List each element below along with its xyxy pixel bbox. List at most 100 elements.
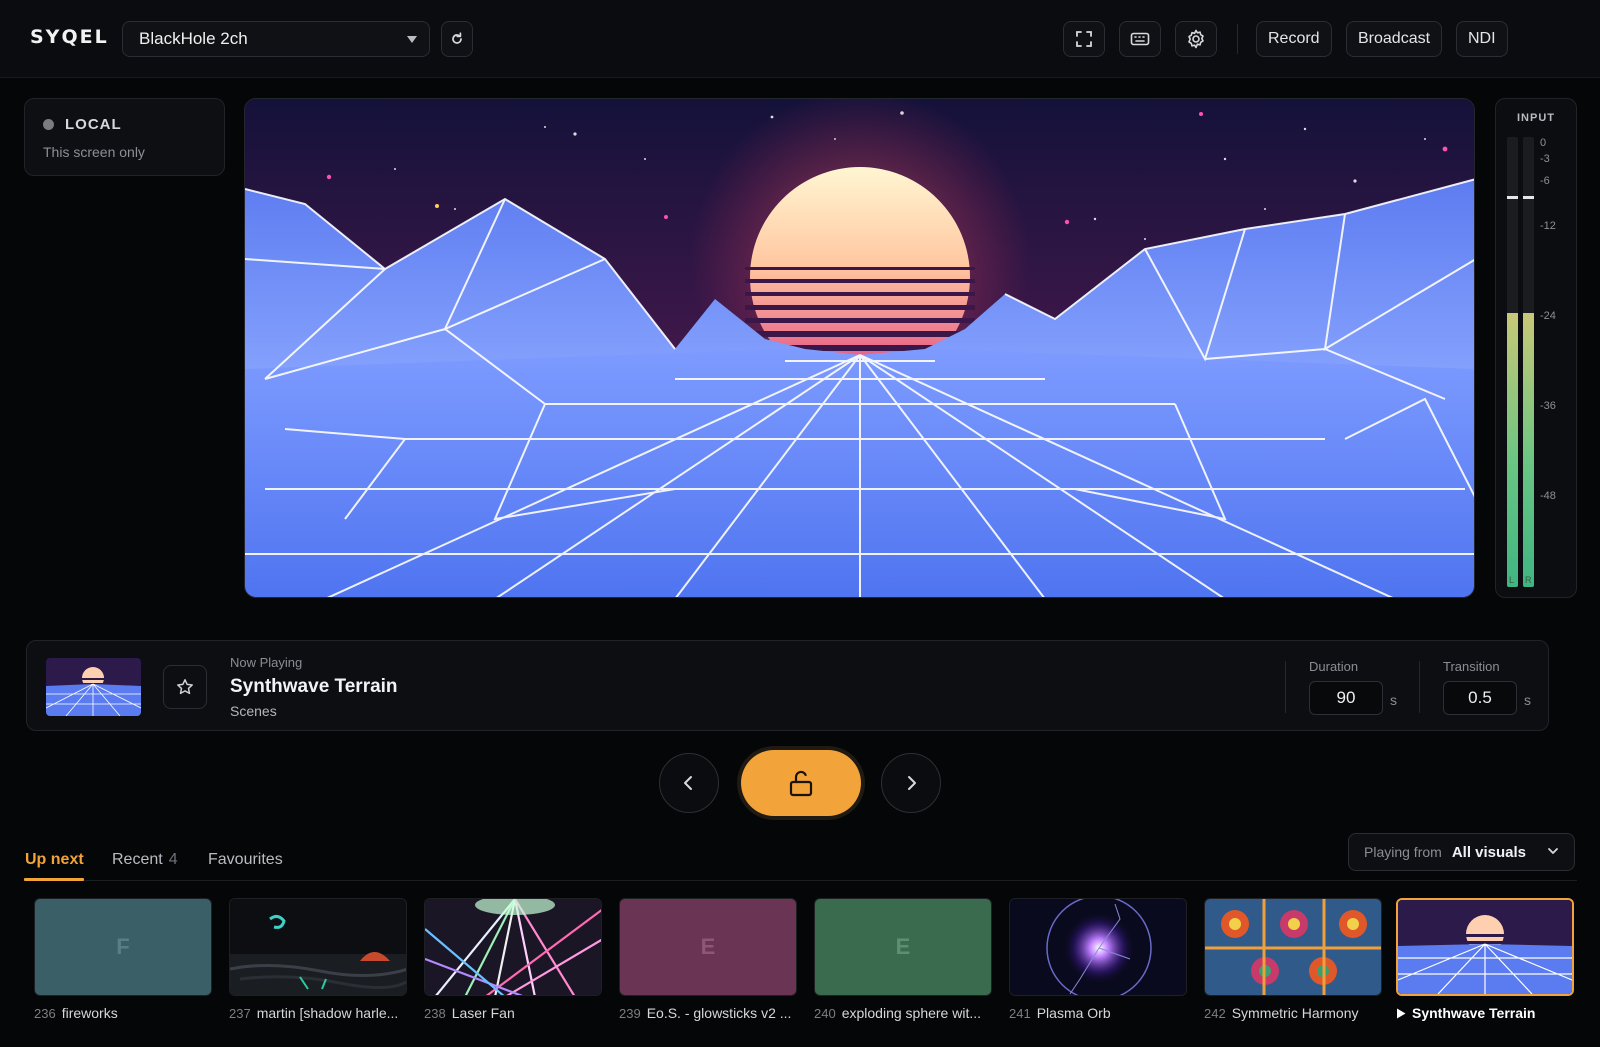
np-divider bbox=[1419, 661, 1420, 713]
queue-caption: 238 Laser Fan bbox=[424, 1005, 602, 1021]
synthwave-preview-image bbox=[245, 99, 1474, 597]
star-icon bbox=[177, 679, 193, 695]
tab-recent[interactable]: Recent 4 bbox=[112, 851, 178, 869]
active-tab-indicator bbox=[24, 878, 84, 881]
now-playing-category: Scenes bbox=[230, 703, 277, 719]
queue-caption: 239 Eo.S. - glowsticks v2 ... bbox=[619, 1005, 797, 1021]
next-button[interactable] bbox=[881, 753, 941, 813]
queue-number: 239 bbox=[619, 1006, 641, 1021]
queue-number: 240 bbox=[814, 1006, 836, 1021]
keyboard-icon bbox=[1130, 32, 1150, 46]
queue-placeholder-letter: E bbox=[700, 934, 716, 959]
queue-name: Plasma Orb bbox=[1036, 1005, 1111, 1021]
queue-item[interactable]: 241 Plasma Orb bbox=[1009, 898, 1187, 1021]
tab-favourites[interactable]: Favourites bbox=[208, 851, 283, 869]
queue-thumbnail bbox=[1396, 898, 1574, 996]
queue-name: fireworks bbox=[61, 1005, 118, 1021]
favourite-button[interactable] bbox=[163, 665, 207, 709]
gear-icon bbox=[1188, 29, 1204, 49]
queue-thumbnail bbox=[1009, 898, 1187, 996]
audio-device-value: BlackHole 2ch bbox=[139, 29, 248, 48]
now-playing-thumbnail bbox=[46, 658, 141, 716]
caret-down-icon bbox=[407, 36, 417, 43]
meter-channel-right bbox=[1523, 137, 1534, 587]
keyboard-shortcuts-button[interactable] bbox=[1119, 21, 1161, 57]
app-logo: SYQEL bbox=[30, 26, 109, 48]
queue-number: 241 bbox=[1009, 1006, 1031, 1021]
queue-name: exploding sphere wit... bbox=[841, 1005, 982, 1021]
queue-caption: 242 Symmetric Harmony bbox=[1204, 1005, 1382, 1021]
queue-thumbnail: E bbox=[619, 898, 797, 996]
tab-up-next[interactable]: Up next bbox=[25, 851, 84, 869]
output-target-subtitle: This screen only bbox=[43, 144, 145, 160]
duration-label: Duration bbox=[1309, 659, 1359, 674]
meter-label-right: R bbox=[1525, 575, 1532, 585]
meter-tick: -48 bbox=[1540, 490, 1556, 502]
visual-preview[interactable] bbox=[244, 98, 1475, 598]
chevron-left-icon bbox=[684, 776, 692, 790]
fullscreen-icon bbox=[1076, 31, 1092, 47]
refresh-icon bbox=[452, 32, 462, 44]
ndi-button[interactable]: NDI bbox=[1456, 21, 1508, 57]
np-divider bbox=[1285, 661, 1286, 713]
queue-thumbnail bbox=[229, 898, 407, 996]
now-playing-card: Now Playing Synthwave Terrain Scenes Dur… bbox=[26, 640, 1549, 731]
queue-item-current[interactable]: Synthwave Terrain bbox=[1396, 898, 1574, 1021]
previous-button[interactable] bbox=[659, 753, 719, 813]
queue-item[interactable]: 242 Symmetric Harmony bbox=[1204, 898, 1382, 1021]
unlock-icon bbox=[789, 770, 813, 797]
meter-tick: -12 bbox=[1540, 220, 1556, 232]
tab-recent-count: 4 bbox=[168, 851, 178, 868]
transition-label: Transition bbox=[1443, 659, 1500, 674]
chevron-down-icon bbox=[1548, 848, 1558, 854]
queue-name: Laser Fan bbox=[451, 1005, 515, 1021]
record-button[interactable]: Record bbox=[1256, 21, 1332, 57]
duration-input[interactable]: 90 bbox=[1309, 681, 1383, 715]
queue-thumbnail bbox=[1204, 898, 1382, 996]
queue-name: Symmetric Harmony bbox=[1231, 1005, 1359, 1021]
transition-input[interactable]: 0.5 bbox=[1443, 681, 1517, 715]
meter-peak-right bbox=[1523, 196, 1534, 199]
queue-item[interactable]: F 236 fireworks bbox=[34, 898, 212, 1021]
queue-item[interactable]: 238 Laser Fan bbox=[424, 898, 602, 1021]
queue-caption: Synthwave Terrain bbox=[1396, 1005, 1574, 1021]
refresh-device-button[interactable] bbox=[441, 21, 473, 57]
meter-tick: 0 bbox=[1540, 137, 1547, 149]
audio-device-select[interactable]: BlackHole 2ch bbox=[122, 21, 430, 57]
queue-caption: 236 fireworks bbox=[34, 1005, 212, 1021]
header-divider bbox=[1237, 24, 1238, 54]
settings-button[interactable] bbox=[1175, 21, 1217, 57]
playing-from-label: Playing from bbox=[1364, 844, 1442, 860]
meter-peak-left bbox=[1507, 196, 1518, 199]
queue-item[interactable]: E 239 Eo.S. - glowsticks v2 ... bbox=[619, 898, 797, 1021]
queue-number: 238 bbox=[424, 1006, 446, 1021]
queue-caption: 237 martin [shadow harle... bbox=[229, 1005, 407, 1021]
queue-number: 242 bbox=[1204, 1006, 1226, 1021]
meter-label-left: L bbox=[1509, 575, 1515, 585]
tab-recent-label: Recent bbox=[112, 851, 163, 868]
meter-level-left bbox=[1507, 312, 1518, 587]
meter-level-right bbox=[1523, 312, 1534, 587]
queue-thumbnail: E bbox=[814, 898, 992, 996]
broadcast-button[interactable]: Broadcast bbox=[1346, 21, 1443, 57]
queue-placeholder-letter: F bbox=[116, 934, 130, 959]
input-level-meter: INPUT 0 -3 -6 -12 -24 -36 -48 L R bbox=[1495, 98, 1577, 598]
now-playing-title: Synthwave Terrain bbox=[230, 676, 398, 697]
fullscreen-button[interactable] bbox=[1063, 21, 1105, 57]
output-target-local[interactable]: LOCAL This screen only bbox=[24, 98, 225, 176]
now-playing-label: Now Playing bbox=[230, 655, 303, 670]
lock-toggle-button[interactable] bbox=[741, 750, 861, 816]
playing-from-select[interactable]: Playing from All visuals bbox=[1348, 833, 1575, 871]
meter-tick: -24 bbox=[1540, 310, 1556, 322]
meter-tick: -36 bbox=[1540, 400, 1556, 412]
status-dot bbox=[43, 119, 54, 130]
top-bar: SYQEL BlackHole 2ch Record Broadcast NDI bbox=[0, 0, 1600, 78]
queue-thumbnail bbox=[424, 898, 602, 996]
queue-number: 237 bbox=[229, 1006, 251, 1021]
queue-item[interactable]: E 240 exploding sphere wit... bbox=[814, 898, 992, 1021]
queue-name: martin [shadow harle... bbox=[256, 1005, 399, 1021]
queue-item[interactable]: 237 martin [shadow harle... bbox=[229, 898, 407, 1021]
queue-name: Synthwave Terrain bbox=[1412, 1005, 1536, 1021]
output-target-title: LOCAL bbox=[65, 116, 122, 133]
queue-number: 236 bbox=[34, 1006, 56, 1021]
